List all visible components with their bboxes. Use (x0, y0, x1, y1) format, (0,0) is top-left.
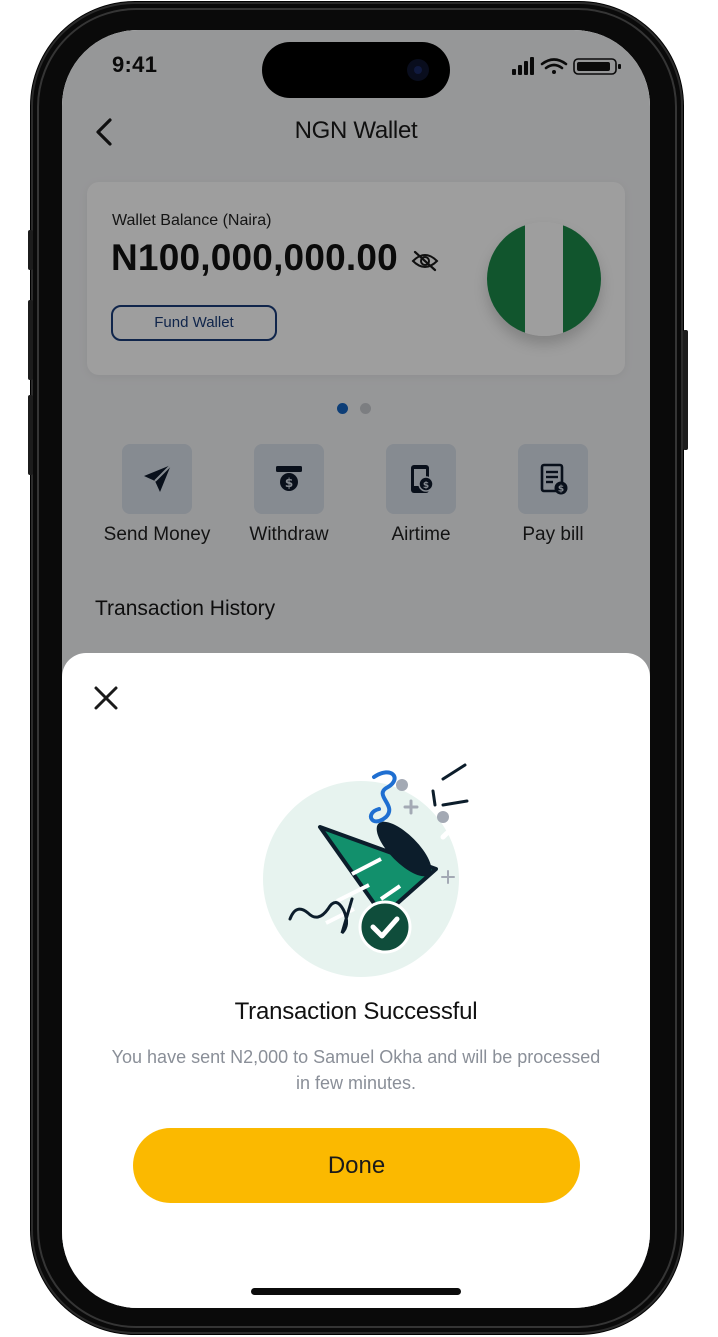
done-button[interactable]: Done (133, 1128, 580, 1203)
phone-screen: 9:41 NGN Wallet Wallet Balance (Naira) N… (62, 30, 650, 1308)
success-message: You have sent N2,000 to Samuel Okha and … (111, 1047, 601, 1093)
party-popper-success-illustration (263, 763, 481, 977)
phone-side-button (28, 395, 33, 475)
success-title: Transaction Successful (234, 998, 478, 1025)
success-bottom-sheet: Transaction Successful You have sent N2,… (62, 653, 650, 1308)
phone-side-button (683, 330, 688, 450)
phone-side-button (28, 230, 33, 270)
close-icon[interactable] (90, 682, 122, 714)
home-indicator[interactable] (251, 1288, 461, 1295)
phone-side-button (28, 300, 33, 380)
